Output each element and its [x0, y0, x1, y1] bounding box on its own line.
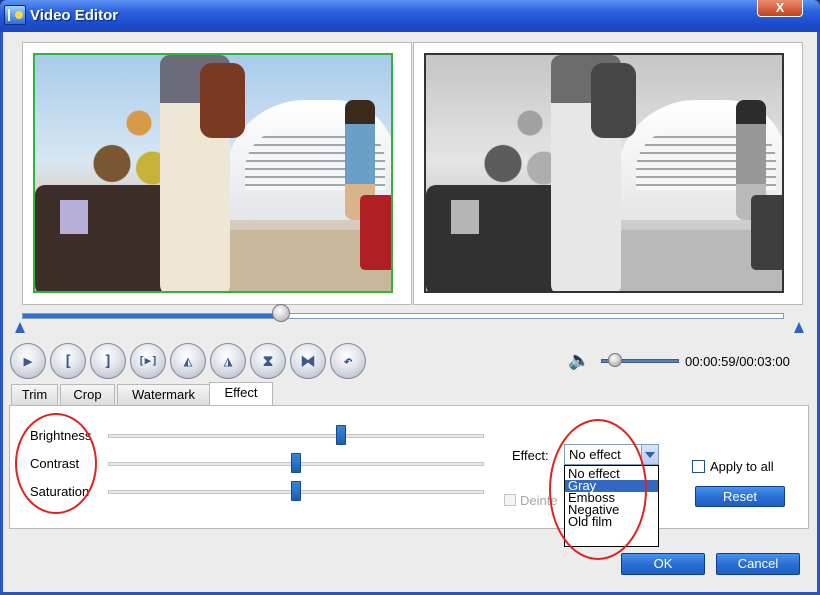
contrast-label: Contrast [30, 456, 80, 471]
trim-end-marker[interactable] [794, 322, 804, 333]
flip-vertical-button[interactable]: ⧗ [250, 343, 286, 379]
cancel-button[interactable]: Cancel [716, 553, 800, 575]
tab-watermark[interactable]: Watermark [117, 384, 210, 406]
tab-trim[interactable]: Trim [11, 384, 58, 406]
brightness-handle[interactable] [336, 425, 347, 445]
brightness-label: Brightness [30, 428, 92, 443]
output-preview-panel [413, 42, 803, 305]
effect-select-value: No effect [569, 447, 621, 462]
undo-button[interactable]: ↶ [330, 343, 366, 379]
effect-tab-panel: Brightness Contrast Saturation [9, 405, 809, 529]
mark-out-button[interactable]: ] [90, 343, 126, 379]
original-video-frame [33, 53, 393, 293]
tab-crop[interactable]: Crop [60, 384, 115, 406]
chevron-down-icon[interactable] [641, 445, 658, 464]
flip-right-button[interactable]: ◮ [210, 343, 246, 379]
ok-button[interactable]: OK [621, 553, 705, 575]
output-video-frame [424, 53, 784, 293]
volume-handle[interactable] [608, 353, 623, 367]
apply-to-all-checkbox[interactable] [692, 460, 705, 473]
apply-to-all-label: Apply to all [710, 459, 774, 474]
close-button[interactable]: X [757, 0, 803, 17]
trim-start-marker[interactable] [15, 322, 25, 333]
brightness-slider[interactable] [108, 434, 484, 438]
tab-effect[interactable]: Effect [209, 382, 273, 407]
volume-speaker-icon[interactable]: 🔈 [568, 350, 590, 371]
effect-label: Effect: [512, 448, 549, 463]
flip-left-button[interactable]: ◭ [170, 343, 206, 379]
flip-horizontal-button[interactable]: ⧓ [290, 343, 326, 379]
seek-handle[interactable] [272, 304, 291, 322]
video-editor-window: Video Editor X ▶[] [▶] ◭ ◮ ⧗ ⧓ ↶ 🔈 00:00… [0, 0, 820, 595]
play-selection-button[interactable]: [▶] [130, 343, 166, 379]
deinterlace-checkbox[interactable] [504, 494, 516, 506]
effect-dropdown-list: No effect Gray Emboss Negative Old film [564, 465, 659, 547]
effect-select[interactable]: No effect [564, 444, 659, 465]
window-title: Video Editor [30, 7, 119, 24]
play-button[interactable]: ▶ [10, 343, 46, 379]
deinterlace-label: Deinte [520, 493, 558, 508]
app-film-icon [4, 5, 26, 25]
title-bar[interactable]: Video Editor X [0, 0, 820, 32]
saturation-label: Saturation [30, 484, 90, 499]
seek-bar[interactable] [22, 313, 784, 319]
reset-button[interactable]: Reset [695, 486, 785, 507]
effect-option[interactable]: Old film [565, 515, 658, 528]
time-display: 00:00:59/00:03:00 [685, 354, 790, 369]
original-preview-panel [22, 42, 412, 305]
saturation-handle[interactable] [291, 481, 301, 501]
contrast-handle[interactable] [291, 453, 301, 473]
mark-in-button[interactable]: [ [50, 343, 86, 379]
dialog-body: ▶[] [▶] ◭ ◮ ⧗ ⧓ ↶ 🔈 00:00:59/00:03:00 Trim Cro… [3, 32, 817, 592]
